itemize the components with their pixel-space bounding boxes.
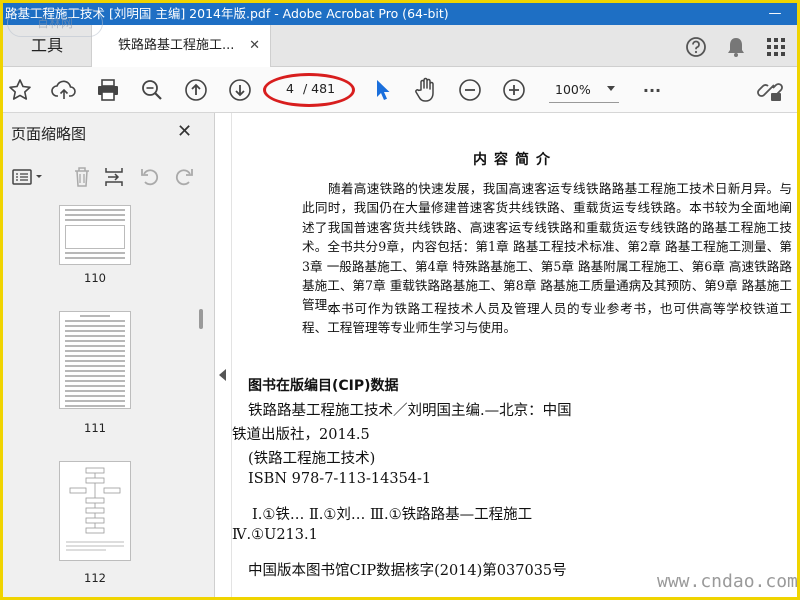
help-icon[interactable] — [681, 33, 711, 61]
cip-line: (铁路工程施工技术) — [248, 451, 376, 467]
apps-grid-icon[interactable] — [761, 33, 791, 61]
flowchart-thumbnail-image — [66, 467, 124, 551]
bell-icon[interactable] — [721, 33, 751, 61]
panel-close-button[interactable]: ✕ — [177, 121, 192, 142]
thumbnail-toolbar — [9, 163, 209, 191]
title-bar: 路基工程施工技术 [刘明国 主编] 2014年版.pdf - Adobe Acr… — [3, 3, 797, 25]
zoom-out-icon[interactable] — [455, 75, 485, 105]
app-window: 路基工程施工技术 [刘明国 主编] 2014年版.pdf - Adobe Acr… — [0, 0, 800, 600]
account-icons — [681, 33, 791, 61]
share-link-icon[interactable] — [755, 75, 785, 105]
next-page-icon[interactable] — [225, 75, 255, 105]
summary-paragraph-1: 随着高速铁路的快速发展，我国高速客运专线铁路路基工程施工技术日新月异。与此同时，… — [302, 181, 792, 313]
previous-page-icon[interactable] — [181, 75, 211, 105]
watermark-logo: 百林网 — [7, 9, 103, 37]
thumbnail-label: 110 — [84, 271, 106, 285]
window-controls: — — [753, 3, 797, 25]
cip-title: 图书在版编目(CIP)数据 — [248, 378, 399, 394]
thumbnail-scrollbar[interactable] — [197, 205, 207, 597]
thumbnail-list: 110 111 112 — [3, 205, 199, 597]
thumbnail-label: 111 — [84, 421, 106, 435]
minimize-button[interactable]: — — [753, 3, 797, 25]
cloud-upload-icon[interactable] — [49, 75, 79, 105]
zoom-in-icon[interactable] — [499, 75, 529, 105]
select-cursor-icon[interactable] — [367, 75, 397, 105]
delete-page-icon[interactable] — [69, 163, 95, 191]
page-heading: 内容简介 — [473, 152, 557, 168]
zoom-level-value: 100% — [555, 82, 591, 97]
cip-line: Ⅳ.①U213.1 — [232, 527, 318, 543]
scrollbar-thumb[interactable] — [199, 309, 203, 329]
print-icon[interactable] — [93, 75, 123, 105]
bookmark-star-icon[interactable] — [5, 75, 35, 105]
tab-close-button[interactable]: ✕ — [249, 25, 260, 67]
insert-page-icon[interactable] — [101, 163, 127, 191]
rotate-left-icon[interactable] — [137, 163, 163, 191]
rotate-right-icon[interactable] — [171, 163, 197, 191]
zoom-search-icon[interactable] — [137, 75, 167, 105]
main-toolbar: 4 / 481 100% ··· — [3, 67, 797, 113]
page-thumbnail-110[interactable] — [59, 205, 131, 265]
cip-line: 中国版本图书馆CIP数据核字(2014)第037035号 — [248, 563, 567, 579]
tab-bar: 工具 铁路路基工程施工... ✕ — [3, 25, 797, 67]
tab-document[interactable]: 铁路路基工程施工... ✕ — [91, 25, 271, 67]
summary-paragraph-2: 本书可作为铁路工程技术人员及管理人员的专业参考书，也可供高等学校铁道工程、工程管… — [302, 301, 792, 336]
page-thumbnail-111[interactable] — [59, 311, 131, 409]
red-annotation-ellipse — [263, 73, 355, 107]
zoom-level-select[interactable]: 100% — [549, 77, 619, 103]
collapse-panel-arrow-icon[interactable] — [219, 369, 226, 381]
more-tools-button[interactable]: ··· — [637, 75, 667, 105]
chevron-down-icon — [607, 86, 615, 91]
document-view[interactable]: 内容简介 随着高速铁路的快速发展，我国高速客运专线铁路路基工程施工技术日新月异。… — [231, 113, 797, 597]
tab-document-label: 铁路路基工程施工... — [118, 38, 235, 53]
watermark-site: www.cndao.com — [657, 571, 798, 592]
options-menu-icon[interactable] — [9, 163, 47, 191]
pdf-page: 内容简介 随着高速铁路的快速发展，我国高速客运专线铁路路基工程施工技术日新月异。… — [232, 113, 797, 597]
thumbnail-label: 112 — [84, 571, 106, 585]
hand-tool-icon[interactable] — [411, 75, 441, 105]
cip-line: 铁道出版社，2014.5 — [232, 427, 370, 443]
cip-line: Ⅰ.①铁… Ⅱ.①刘… Ⅲ.①铁路路基—工程施工 — [252, 507, 533, 523]
cip-line: ISBN 978-7-113-14354-1 — [248, 471, 432, 487]
cip-line: 铁路路基工程施工技术／刘明国主编.—北京：中国 — [248, 403, 572, 419]
thumbnails-panel: 页面缩略图 ✕ 110 111 112 — [3, 113, 215, 597]
page-thumbnail-112[interactable] — [59, 461, 131, 561]
panel-title: 页面缩略图 — [11, 125, 87, 143]
